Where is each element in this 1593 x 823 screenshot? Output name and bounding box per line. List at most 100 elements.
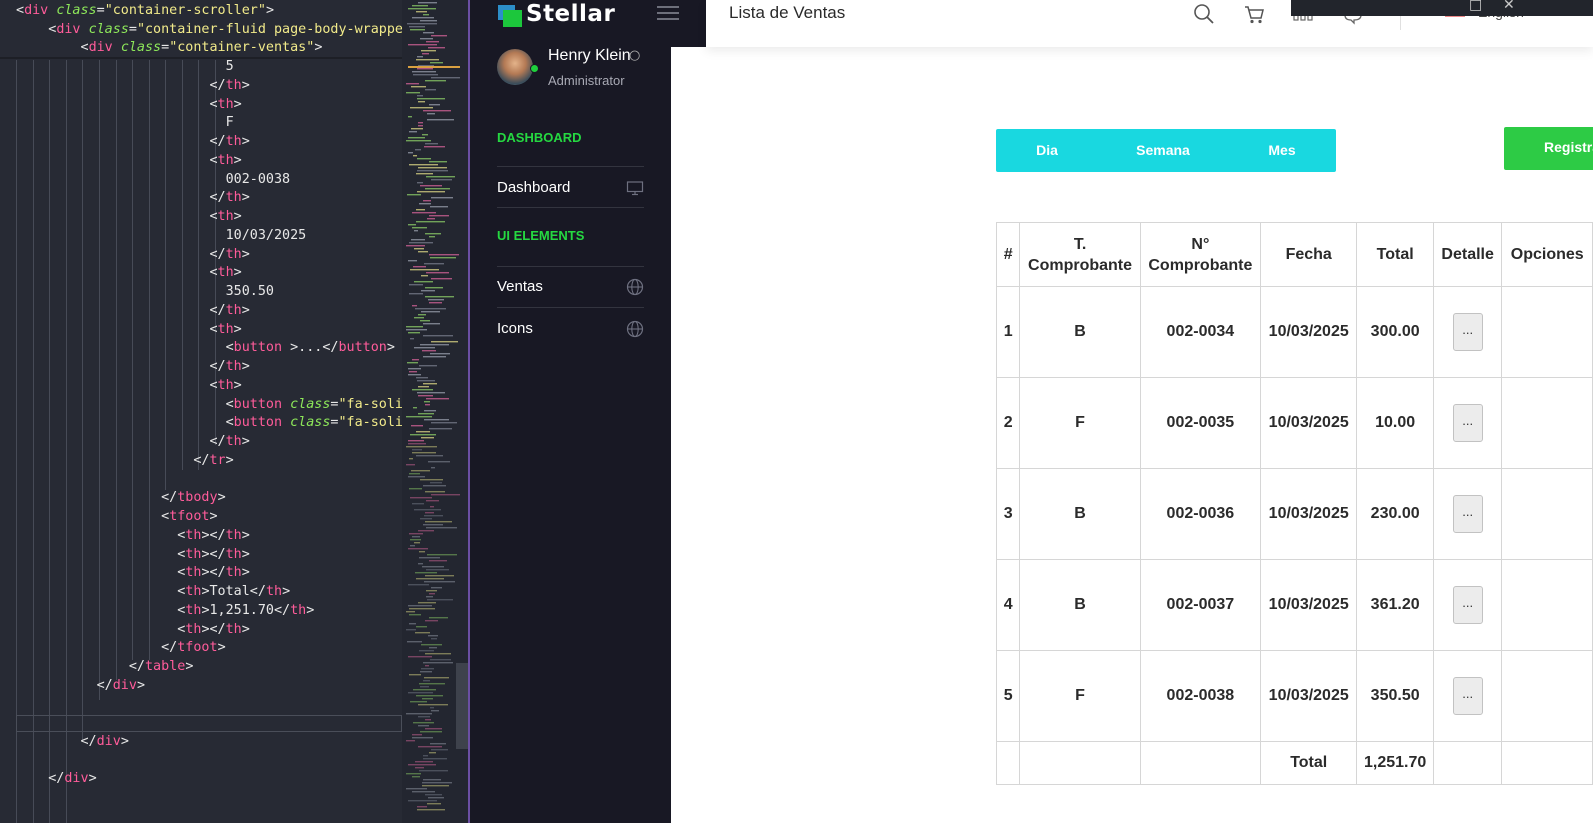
code-line[interactable]: </th> (16, 301, 249, 320)
minimap-line (415, 767, 424, 769)
minimap-line (417, 56, 423, 58)
restore-window-icon[interactable]: □ (1469, 0, 1482, 13)
filter-month-button[interactable]: Mes (1252, 129, 1312, 172)
code-line[interactable]: </th> (16, 432, 249, 451)
code-line[interactable]: 10/03/2025 (16, 226, 307, 245)
cell-detalle: ... (1432, 377, 1503, 469)
minimap-line (415, 308, 446, 310)
minimap-line (413, 74, 438, 76)
code-line[interactable]: 350.50 (16, 282, 274, 301)
minimap-line (426, 500, 439, 502)
code-line[interactable]: <th> (16, 207, 241, 226)
code-line[interactable]: <th> (16, 263, 241, 282)
minimap-line (416, 431, 430, 433)
minimap-line (419, 203, 431, 205)
minimap-line (417, 98, 445, 100)
code-line[interactable]: <button class="fa-solid"> (16, 395, 402, 414)
minimap-line (418, 2, 437, 4)
detail-button[interactable]: ... (1452, 404, 1483, 442)
code-line[interactable]: </tr> (16, 451, 233, 470)
brand-name[interactable]: Stellar (526, 1, 615, 27)
minimap-line (412, 791, 435, 793)
code-line[interactable]: <tfoot> (16, 507, 217, 526)
col-header-tipo: T. Comprobante (1019, 222, 1141, 287)
minimap-line (423, 758, 447, 760)
detail-button[interactable]: ... (1452, 586, 1483, 624)
brand-logo-icon[interactable] (498, 5, 522, 27)
minimap-line (406, 140, 431, 142)
code-line[interactable]: <th> (16, 151, 241, 170)
register-sale-label: Registrar (1544, 139, 1593, 155)
code-line[interactable]: </div> (16, 769, 96, 788)
cell-numero: 002-0038 (1139, 650, 1262, 742)
code-line[interactable]: <th> (16, 95, 241, 114)
cell-tipo: B (1019, 468, 1141, 560)
code-editor[interactable]: <div class="container-scroller"> <div cl… (0, 0, 402, 823)
avatar[interactable] (497, 49, 533, 85)
code-line[interactable]: <div class="container-scroller"> (16, 1, 274, 20)
code-line[interactable]: 002-0038 (16, 170, 291, 189)
code-line[interactable]: </th> (16, 188, 249, 207)
minimap-line (423, 383, 437, 385)
cell-total: 361.20 (1356, 559, 1434, 651)
code-line[interactable]: <button >...</button> (16, 338, 395, 357)
minimap-line (416, 11, 427, 13)
menu-toggle-icon[interactable] (657, 4, 679, 22)
minimap-line (423, 662, 453, 664)
code-line[interactable]: <th></th> (16, 545, 250, 564)
code-line[interactable]: <th> (16, 320, 241, 339)
detail-button[interactable]: ... (1452, 677, 1483, 715)
user-menu-icon[interactable]: ○ (629, 48, 640, 63)
code-line[interactable]: <th>Total</th> (16, 582, 290, 601)
code-line[interactable]: </th> (16, 76, 249, 95)
col-header-detalle: Detalle (1432, 222, 1503, 287)
code-line[interactable]: </tfoot> (16, 638, 226, 657)
minimap-line (418, 704, 448, 706)
current-line-highlight (16, 715, 402, 732)
minimap-line (425, 143, 438, 145)
code-line[interactable]: <button class="fa-solid"> (16, 413, 402, 432)
code-line[interactable]: </div> (16, 732, 128, 751)
detail-button[interactable]: ... (1452, 495, 1483, 533)
code-line[interactable]: </th> (16, 245, 249, 264)
minimap-line (409, 674, 421, 676)
code-line[interactable]: <th> (16, 376, 241, 395)
code-line[interactable]: F (16, 113, 234, 132)
code-line[interactable]: </th> (16, 132, 249, 151)
minimap-line (431, 710, 439, 712)
minimap-line (431, 179, 452, 181)
code-line[interactable]: </div> (16, 676, 145, 695)
code-line[interactable]: </table> (16, 657, 194, 676)
col-header-numero: N° Comprobante (1139, 222, 1262, 287)
minimap-line (406, 83, 419, 85)
code-line[interactable]: 5 (16, 57, 234, 76)
cart-icon[interactable] (1243, 3, 1265, 25)
code-line[interactable]: </tbody> (16, 488, 226, 507)
code-line[interactable]: <th></th> (16, 620, 250, 639)
code-line[interactable]: <div class="container-ventas"> (16, 38, 322, 57)
code-line[interactable]: <th></th> (16, 526, 250, 545)
minimap-line (431, 278, 452, 280)
detail-button[interactable]: ... (1452, 313, 1483, 351)
minimap-line (408, 800, 437, 802)
sidebar-item-dashboard[interactable]: Dashboard (497, 179, 644, 199)
sidebar-item-icons[interactable]: Icons (497, 320, 644, 340)
col-header-fecha: Fecha (1260, 222, 1358, 287)
cell-opciones (1501, 650, 1593, 742)
filter-week-button[interactable]: Semana (1122, 129, 1204, 172)
minimap-line (406, 416, 432, 418)
footer-cell-empty (1139, 741, 1262, 785)
sidebar-item-ventas[interactable]: Ventas (497, 278, 644, 298)
search-icon[interactable] (1193, 3, 1215, 25)
code-line[interactable]: </th> (16, 357, 249, 376)
code-line[interactable]: <th>1,251.70</th> (16, 601, 314, 620)
code-line[interactable]: <th></th> (16, 563, 250, 582)
filter-day-button[interactable]: Dia (1016, 129, 1078, 172)
code-line[interactable]: <div class="container-fluid page-body-wr… (16, 20, 402, 39)
minimap-line (408, 137, 425, 139)
minimap-line (410, 269, 439, 271)
minimap-line (425, 491, 445, 493)
close-window-icon[interactable]: ✕ (1503, 0, 1515, 13)
cell-index: 3 (995, 468, 1021, 560)
register-sale-button[interactable]: Registrar (1504, 127, 1593, 170)
